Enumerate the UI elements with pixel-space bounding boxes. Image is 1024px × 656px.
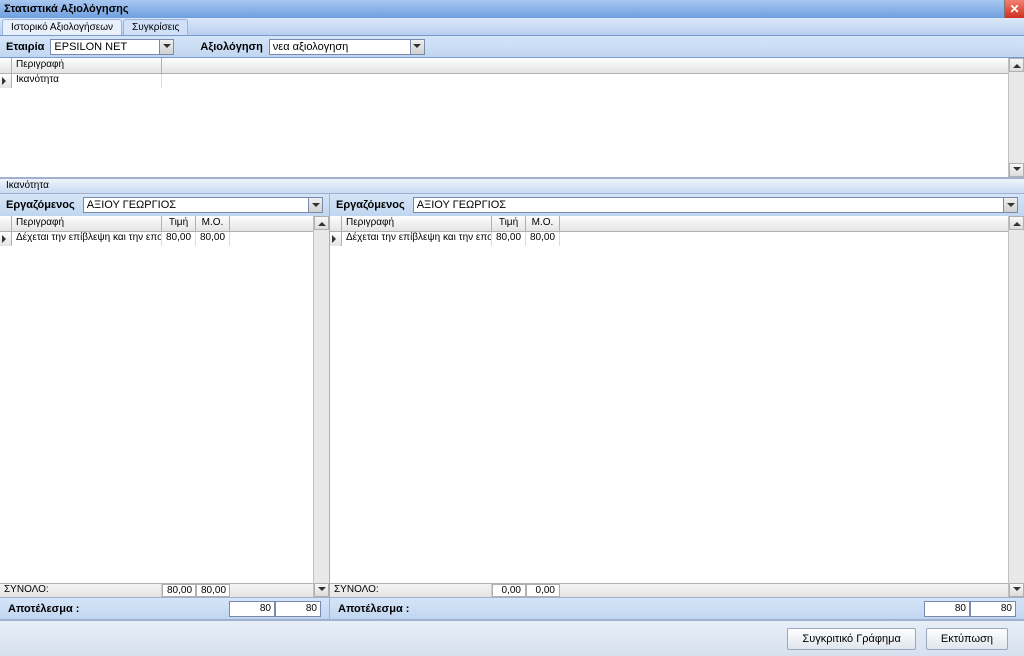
right-total-avg: 0,00: [526, 584, 560, 597]
section-label: Ικανότητα: [0, 178, 1024, 194]
scroll-down-icon[interactable]: [314, 583, 329, 597]
employee-input-right[interactable]: [414, 198, 1003, 212]
left-row-avg: 80,00: [196, 232, 230, 246]
compare-chart-button[interactable]: Συγκριτικό Γράφημα: [787, 628, 915, 650]
right-row-desc: Δέχεται την επίβλεψη και την εποικ: [342, 232, 492, 246]
left-result-label: Αποτέλεσμα :: [8, 603, 79, 615]
row-indicator-header: [0, 58, 12, 73]
scrollbar-vertical[interactable]: [1008, 58, 1024, 177]
employee-input-left[interactable]: [84, 198, 308, 212]
filter-row: Εταιρία Αξιολόγηση: [0, 36, 1024, 58]
scroll-up-icon[interactable]: [314, 216, 329, 230]
left-result-2: 80: [275, 601, 321, 617]
scroll-down-icon[interactable]: [1009, 163, 1024, 177]
left-total-label: ΣΥΝΟΛΟ:: [0, 584, 162, 597]
left-total-avg: 80,00: [196, 584, 230, 597]
company-combo[interactable]: [50, 39, 174, 55]
result-row-left: Αποτέλεσμα : 80 80: [0, 597, 329, 619]
row-indicator-icon: [0, 232, 12, 246]
titlebar: Στατιστικά Αξιολόγησης ✕: [0, 0, 1024, 18]
close-button[interactable]: ✕: [1004, 0, 1024, 18]
result-row-right: Αποτέλεσμα : 80 80: [330, 597, 1024, 619]
table-row[interactable]: Δέχεται την επίβλεψη και την εποικ 80,00…: [330, 232, 1008, 246]
scrollbar-vertical[interactable]: [313, 216, 329, 597]
scroll-up-icon[interactable]: [1009, 58, 1024, 72]
tab-compare[interactable]: Συγκρίσεις: [123, 19, 188, 35]
right-total-label: ΣΥΝΟΛΟ:: [330, 584, 492, 597]
right-row-avg: 80,00: [526, 232, 560, 246]
employee-combo-right[interactable]: [413, 197, 1018, 213]
print-button[interactable]: Εκτύπωση: [926, 628, 1008, 650]
header-description[interactable]: Περιγραφή: [12, 58, 162, 73]
left-h-avg[interactable]: Μ.Ο.: [196, 216, 230, 231]
scroll-up-icon[interactable]: [1009, 216, 1024, 230]
table-row[interactable]: Δέχεται την επίβλεψη και την εποικ 80,00…: [0, 232, 313, 246]
right-h-desc[interactable]: Περιγραφή: [342, 216, 492, 231]
left-total-val: 80,00: [162, 584, 196, 597]
left-row-desc: Δέχεται την επίβλεψη και την εποικ: [12, 232, 162, 246]
right-total-val: 0,00: [492, 584, 526, 597]
chevron-down-icon[interactable]: [410, 40, 424, 54]
scroll-down-icon[interactable]: [1009, 583, 1024, 597]
employee-combo-left[interactable]: [83, 197, 323, 213]
evaluation-combo[interactable]: [269, 39, 425, 55]
top-grid: Περιγραφή Ικανότητα: [0, 58, 1024, 178]
left-h-desc[interactable]: Περιγραφή: [12, 216, 162, 231]
left-h-val[interactable]: Τιμή: [162, 216, 196, 231]
button-bar: Συγκριτικό Γράφημα Εκτύπωση: [0, 620, 1024, 656]
right-panel: Εργαζόμενος Περιγραφή Τιμή Μ.Ο.: [330, 194, 1024, 619]
evaluation-input[interactable]: [270, 40, 410, 54]
evaluation-label: Αξιολόγηση: [200, 41, 262, 53]
right-h-val[interactable]: Τιμή: [492, 216, 526, 231]
employee-row-left: Εργαζόμενος: [0, 194, 329, 216]
row-indicator-icon: [0, 74, 12, 88]
left-row-val: 80,00: [162, 232, 196, 246]
employee-label: Εργαζόμενος: [336, 199, 405, 211]
chevron-down-icon[interactable]: [159, 40, 173, 54]
employee-label: Εργαζόμενος: [6, 199, 75, 211]
tabs-row: Ιστορικό Αξιολογήσεων Συγκρίσεις: [0, 18, 1024, 36]
company-label: Εταιρία: [6, 41, 44, 53]
close-icon: ✕: [1009, 2, 1019, 16]
chevron-down-icon[interactable]: [1003, 198, 1017, 212]
row-indicator-icon: [330, 232, 342, 246]
top-row-desc: Ικανότητα: [12, 74, 162, 88]
chevron-down-icon[interactable]: [308, 198, 322, 212]
right-result-1: 80: [924, 601, 970, 617]
right-h-avg[interactable]: Μ.Ο.: [526, 216, 560, 231]
right-row-val: 80,00: [492, 232, 526, 246]
company-input[interactable]: [51, 40, 159, 54]
right-result-2: 80: [970, 601, 1016, 617]
total-row-left: ΣΥΝΟΛΟ: 80,00 80,00: [0, 583, 313, 597]
tab-history[interactable]: Ιστορικό Αξιολογήσεων: [2, 19, 122, 35]
left-result-1: 80: [229, 601, 275, 617]
employee-row-right: Εργαζόμενος: [330, 194, 1024, 216]
left-panel: Εργαζόμενος Περιγραφή Τιμή Μ.Ο.: [0, 194, 330, 619]
right-result-label: Αποτέλεσμα :: [338, 603, 409, 615]
table-row[interactable]: Ικανότητα: [0, 74, 1008, 88]
window-title: Στατιστικά Αξιολόγησης: [4, 3, 129, 15]
total-row-right: ΣΥΝΟΛΟ: 0,00 0,00: [330, 583, 1008, 597]
scrollbar-vertical[interactable]: [1008, 216, 1024, 597]
